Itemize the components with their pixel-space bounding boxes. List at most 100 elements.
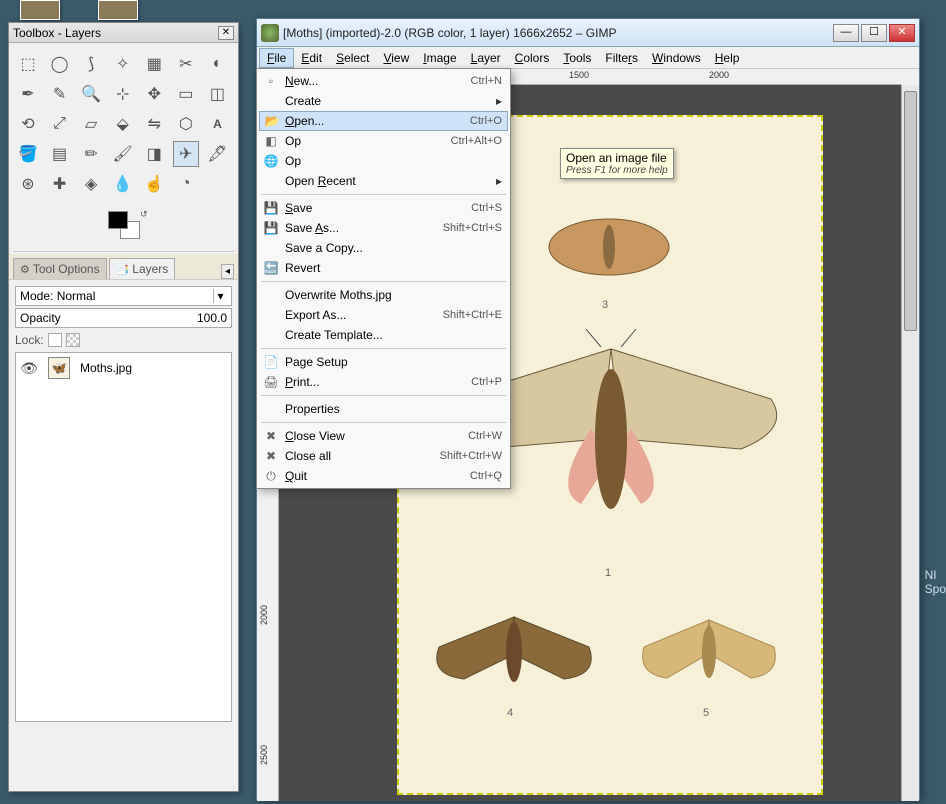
menuitem-open-location-[interactable]: 🌐Op — [259, 151, 508, 171]
moth-label: 3 — [602, 299, 608, 311]
menuitem-export-as-[interactable]: Export As...Shift+Ctrl+E — [259, 305, 508, 325]
menuitem-save-as-[interactable]: 💾Save As...Shift+Ctrl+S — [259, 218, 508, 238]
cage-tool[interactable]: ⬡ — [173, 111, 199, 137]
pencil-tool[interactable]: ✏ — [78, 141, 104, 167]
menu-select[interactable]: Select — [329, 49, 376, 67]
menuitem-close-all[interactable]: ✖Close allShift+Ctrl+W — [259, 446, 508, 466]
shear-tool[interactable]: ▱ — [78, 111, 104, 137]
perspective-tool[interactable]: ⬙ — [110, 111, 136, 137]
maximize-button[interactable]: ☐ — [861, 24, 887, 42]
dodge-burn-tool[interactable]: ◔ — [173, 171, 199, 197]
blend-mode-select[interactable]: Mode: Normal ▾ — [15, 286, 232, 306]
visibility-toggle-icon[interactable]: 👁 — [20, 360, 38, 377]
tab-tool-options[interactable]: ⚙ Tool Options — [13, 258, 107, 279]
airbrush-tool[interactable]: ✈ — [173, 141, 199, 167]
scrollbar-thumb[interactable] — [904, 91, 917, 331]
taskbar-thumb[interactable] — [20, 0, 60, 20]
taskbar-thumb[interactable] — [98, 0, 138, 20]
menuitem-open-[interactable]: 📂Open...Ctrl+O — [259, 111, 508, 131]
menu-item-icon: ⏻ — [263, 469, 279, 484]
menu-item-shortcut: Shift+Ctrl+W — [440, 450, 502, 462]
menu-windows[interactable]: Windows — [645, 49, 708, 67]
moth-image-4 — [424, 597, 604, 707]
lasso-tool[interactable]: ⟆ — [78, 51, 104, 77]
ink-tool[interactable]: 🖋 — [204, 141, 230, 167]
window-title: [Moths] (imported)-2.0 (RGB color, 1 lay… — [283, 26, 833, 40]
menuitem-open-recent[interactable]: Open Recent▸ — [259, 171, 508, 191]
color-swatches[interactable]: ↺ — [9, 205, 238, 249]
scissors-tool[interactable]: ✂ — [173, 51, 199, 77]
menuitem-print-[interactable]: 🖨Print...Ctrl+P — [259, 372, 508, 392]
menuitem-new-[interactable]: ▫New...Ctrl+N — [259, 71, 508, 91]
lock-alpha-toggle[interactable] — [66, 333, 80, 347]
ellipse-select-tool[interactable]: ◯ — [47, 51, 73, 77]
layer-item[interactable]: 👁 🦋 Moths.jpg — [16, 353, 231, 383]
menu-colors[interactable]: Colors — [508, 49, 557, 67]
panel-tabs: ⚙ Tool Options 📑 Layers ◂ — [9, 254, 238, 280]
menu-filters[interactable]: Filters — [598, 49, 645, 67]
menu-edit[interactable]: Edit — [294, 49, 329, 67]
move-tool[interactable]: ✥ — [141, 81, 167, 107]
menu-item-label: Create Template... — [285, 328, 502, 342]
wand-tool[interactable]: ✧ — [110, 51, 136, 77]
eraser-tool[interactable]: ◨ — [141, 141, 167, 167]
menuitem-properties[interactable]: Properties — [259, 399, 508, 419]
menuitem-save-a-copy-[interactable]: Save a Copy... — [259, 238, 508, 258]
tab-layers[interactable]: 📑 Layers — [109, 258, 176, 279]
menu-item-label: Page Setup — [285, 355, 502, 369]
menu-item-label: Op — [285, 154, 502, 168]
rect-select-tool[interactable]: ⬚ — [15, 51, 41, 77]
foreground-select-tool[interactable]: ◐ — [204, 51, 230, 77]
zoom-tool[interactable]: 🔍 — [78, 81, 104, 107]
color-picker-tool[interactable]: ✎ — [47, 81, 73, 107]
heal-tool[interactable]: ✚ — [47, 171, 73, 197]
align-tool[interactable]: ▭ — [173, 81, 199, 107]
menuitem-close-view[interactable]: ✖Close ViewCtrl+W — [259, 426, 508, 446]
menu-layer[interactable]: Layer — [464, 49, 508, 67]
menuitem-create[interactable]: Create▸ — [259, 91, 508, 111]
menu-item-label: Export As... — [285, 308, 443, 322]
vertical-scrollbar[interactable] — [901, 85, 919, 801]
close-button[interactable]: ✕ — [889, 24, 915, 42]
bucket-tool[interactable]: 🪣 — [15, 141, 41, 167]
layer-thumbnail: 🦋 — [48, 357, 70, 379]
swap-colors-icon[interactable]: ↺ — [140, 209, 148, 220]
perspective-clone-tool[interactable]: ◈ — [78, 171, 104, 197]
menu-tools[interactable]: Tools — [556, 49, 598, 67]
blend-tool[interactable]: ▤ — [47, 141, 73, 167]
menuitem-overwrite-moths-jpg[interactable]: Overwrite Moths.jpg — [259, 285, 508, 305]
menu-item-icon: ▫ — [263, 74, 279, 88]
crop-tool[interactable]: ◫ — [204, 81, 230, 107]
menuitem-revert[interactable]: 🔙Revert — [259, 258, 508, 278]
menu-item-label: Save As... — [285, 221, 443, 235]
blur-tool[interactable]: 💧 — [110, 171, 136, 197]
menu-view[interactable]: View — [376, 49, 416, 67]
menuitem-page-setup[interactable]: 📄Page Setup — [259, 352, 508, 372]
smudge-tool[interactable]: ☝ — [141, 171, 167, 197]
measure-tool[interactable]: ⊹ — [110, 81, 136, 107]
menuitem-open-as-layers-[interactable]: ◧OpCtrl+Alt+O — [259, 131, 508, 151]
menuitem-save[interactable]: 💾SaveCtrl+S — [259, 198, 508, 218]
menu-image[interactable]: Image — [416, 49, 463, 67]
paths-tool[interactable]: ✒ — [15, 81, 41, 107]
chevron-down-icon[interactable]: ▾ — [213, 289, 227, 303]
menu-help[interactable]: Help — [708, 49, 747, 67]
menuitem-quit[interactable]: ⏻QuitCtrl+Q — [259, 466, 508, 486]
flip-tool[interactable]: ⇋ — [141, 111, 167, 137]
minimize-button[interactable]: — — [833, 24, 859, 42]
text-tool[interactable]: A — [204, 111, 230, 137]
rotate-tool[interactable]: ⟲ — [15, 111, 41, 137]
menu-item-icon: 🔙 — [263, 261, 279, 275]
menuitem-create-template-[interactable]: Create Template... — [259, 325, 508, 345]
menu-file[interactable]: File — [259, 48, 294, 68]
color-select-tool[interactable]: ▦ — [141, 51, 167, 77]
close-icon[interactable]: ✕ — [218, 26, 234, 40]
paintbrush-tool[interactable]: 🖌 — [110, 141, 136, 167]
clone-tool[interactable]: ⊛ — [15, 171, 41, 197]
opacity-slider[interactable]: Opacity 100.0 — [15, 308, 232, 328]
tab-menu-icon[interactable]: ◂ — [221, 264, 234, 279]
lock-pixels-toggle[interactable] — [48, 333, 62, 347]
toolbox-titlebar[interactable]: Toolbox - Layers ✕ — [9, 23, 238, 43]
scale-tool[interactable]: ⤢ — [47, 111, 73, 137]
titlebar[interactable]: [Moths] (imported)-2.0 (RGB color, 1 lay… — [257, 19, 919, 47]
